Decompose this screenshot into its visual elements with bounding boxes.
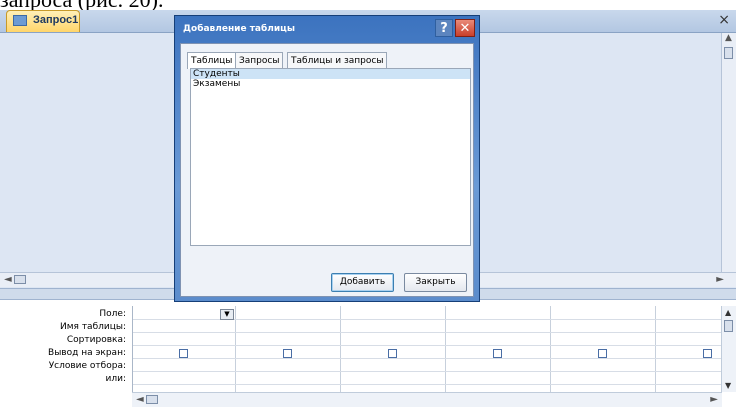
show-checkbox[interactable] [179, 349, 188, 358]
row-label-field: Поле: [99, 309, 126, 319]
grid-horizontal-scrollbar[interactable]: ◄ ► [132, 392, 722, 407]
field-dropdown-icon[interactable]: ▼ [220, 309, 234, 320]
query-icon [13, 15, 27, 26]
scroll-down-icon[interactable]: ▼ [725, 381, 731, 390]
scroll-right-icon[interactable]: ► [716, 274, 724, 285]
grid-row-line [133, 332, 723, 333]
add-table-dialog: Добавление таблицы ? ✕ Таблицы Запросы Т… [174, 15, 480, 302]
tab-tables[interactable]: Таблицы [187, 52, 237, 69]
query-design-grid: Поле: Имя таблицы: Сортировка: Вывод на … [0, 300, 736, 410]
document-caption: запроса (рис. 20). [0, 0, 736, 10]
close-document-icon[interactable]: × [718, 12, 730, 28]
dialog-body: Таблицы Запросы Таблицы и запросы Студен… [180, 43, 474, 297]
scroll-thumb[interactable] [14, 275, 26, 284]
scroll-up-icon[interactable]: ▲ [725, 33, 732, 43]
row-label-table: Имя таблицы: [60, 322, 126, 332]
list-item[interactable]: Студенты [191, 69, 470, 79]
grid-row-line [133, 371, 723, 372]
dialog-title: Добавление таблицы [183, 24, 295, 34]
row-label-sort: Сортировка: [66, 335, 126, 345]
scroll-thumb[interactable] [146, 395, 158, 404]
row-label-show: Вывод на экран: [48, 348, 126, 358]
show-checkbox[interactable] [388, 349, 397, 358]
grid-row-labels: Поле: Имя таблицы: Сортировка: Вывод на … [0, 308, 130, 386]
grid-vertical-scrollbar[interactable]: ▲ ▼ [721, 306, 736, 392]
dialog-close-button[interactable]: ✕ [455, 19, 475, 37]
design-vertical-scrollbar[interactable]: ▲ [721, 33, 736, 272]
list-item[interactable]: Экзамены [191, 79, 470, 89]
scroll-left-icon[interactable]: ◄ [136, 394, 144, 405]
query-tab[interactable]: Запрос1 [6, 10, 80, 32]
grid-row-line [133, 358, 723, 359]
scroll-thumb[interactable] [724, 320, 733, 332]
scroll-thumb[interactable] [724, 47, 733, 59]
grid-row-line [133, 345, 723, 346]
close-button[interactable]: Закрыть [404, 273, 467, 292]
scroll-right-icon[interactable]: ► [710, 394, 718, 405]
row-label-or: или: [105, 374, 126, 384]
show-checkbox[interactable] [598, 349, 607, 358]
show-checkbox[interactable] [493, 349, 502, 358]
show-checkbox[interactable] [703, 349, 712, 358]
scroll-left-icon[interactable]: ◄ [4, 274, 12, 285]
tab-tables-and-queries[interactable]: Таблицы и запросы [287, 52, 388, 68]
show-checkbox[interactable] [283, 349, 292, 358]
add-button[interactable]: Добавить [331, 273, 394, 292]
table-listbox[interactable]: Студенты Экзамены [190, 68, 471, 246]
query-tab-label: Запрос1 [33, 14, 79, 26]
tab-queries[interactable]: Запросы [235, 52, 284, 68]
scroll-up-icon[interactable]: ▲ [725, 308, 731, 317]
grid-row-line [133, 384, 723, 385]
help-button[interactable]: ? [435, 19, 453, 37]
grid-cells[interactable]: ▼ [132, 306, 723, 392]
row-label-criteria: Условие отбора: [48, 361, 126, 371]
